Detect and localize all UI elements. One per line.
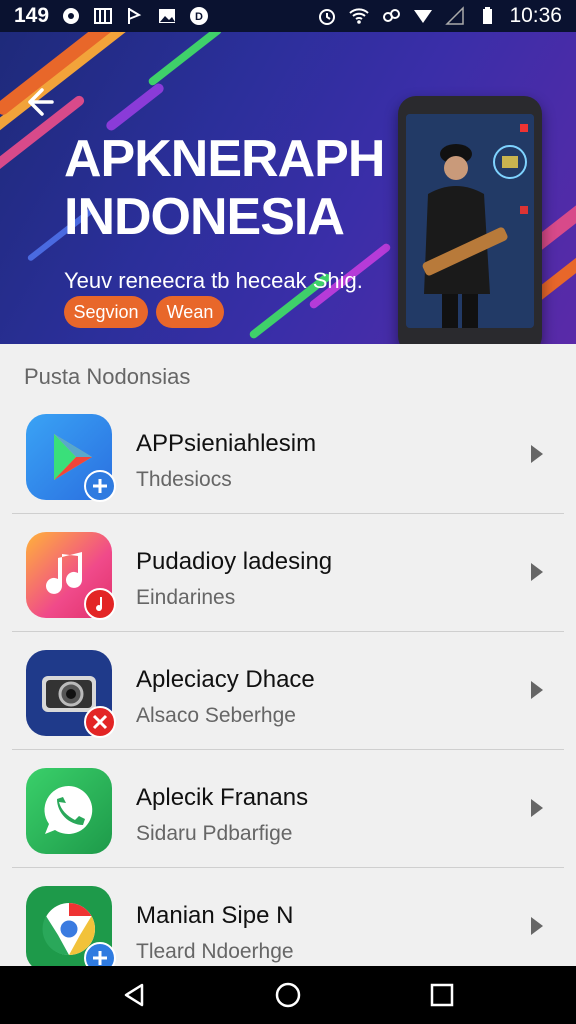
- chevron-right-icon: [531, 681, 543, 699]
- status-notification-count: 149: [14, 4, 50, 27]
- list-item[interactable]: Pudadioy ladesing Eindarines: [12, 514, 564, 632]
- app-title: Pudadioy ladesing: [136, 548, 333, 575]
- app-subtitle: Thdesiocs: [136, 468, 232, 491]
- app-title: Manian Sipe N: [136, 902, 294, 929]
- app-subtitle: Eindarines: [136, 586, 236, 609]
- home-circle-icon[interactable]: [274, 981, 302, 1009]
- list-item[interactable]: APPsieniahlesim Thdesiocs: [12, 396, 564, 514]
- plus-badge-icon: [84, 470, 116, 502]
- link-icon: [381, 6, 401, 26]
- chrome-icon: [26, 886, 116, 974]
- decor-stripe: [147, 32, 223, 87]
- list-item[interactable]: Aplecik Franans Sidaru Pdbarfige: [12, 750, 564, 868]
- chevron-right-icon: [531, 563, 543, 581]
- recents-square-icon[interactable]: [428, 981, 456, 1009]
- back-arrow-icon[interactable]: [22, 84, 58, 120]
- hero-banner: APKNERAPH INDONESIA Yeuv reneecra tb hec…: [0, 32, 576, 344]
- banner-title-line2: INDONESIA: [64, 188, 345, 246]
- flag-icon: [125, 6, 145, 26]
- phone-screen-image: [406, 114, 534, 328]
- wifi-icon: [349, 6, 370, 26]
- image-icon: [157, 6, 177, 26]
- chevron-right-icon: [531, 799, 543, 817]
- camera-icon: [26, 650, 116, 738]
- status-bar: 149 D 10:36: [0, 0, 576, 32]
- section-label: Pusta Nodonsias: [24, 364, 191, 389]
- segvion-button[interactable]: Segvion: [64, 296, 148, 328]
- decor-stripe: [104, 81, 166, 133]
- app-subtitle: Alsaco Seberhge: [136, 704, 296, 727]
- list-item[interactable]: Apleciacy Dhace Alsaco Seberhge: [12, 632, 564, 750]
- app-title: Aplecik Franans: [136, 784, 309, 811]
- app-subtitle: Tleard Ndoerhge: [136, 940, 294, 963]
- battery-icon: [477, 6, 497, 26]
- back-triangle-icon[interactable]: [120, 981, 148, 1009]
- system-nav-bar: [0, 966, 576, 1024]
- chevron-right-icon: [531, 445, 543, 463]
- d-icon: D: [189, 6, 209, 26]
- app-list: Pusta Nodonsias APPsieniahlesim Thdesioc…: [0, 344, 576, 974]
- grid-icon: [93, 6, 113, 26]
- banner-subtitle: Yeuv reneecra tb heceak Shig.: [64, 268, 363, 293]
- close-badge-icon: [84, 706, 116, 738]
- wean-button[interactable]: Wean: [156, 296, 224, 328]
- app-title: Apleciacy Dhace: [136, 666, 315, 693]
- signal-bars-icon: [445, 6, 465, 26]
- phone-mockup: [398, 96, 542, 344]
- svg-text:D: D: [195, 11, 203, 23]
- alarm-icon: [317, 6, 337, 26]
- music-badge-icon: [84, 588, 116, 620]
- banner-title: APKNERAPH INDONESIA: [64, 130, 385, 246]
- status-time: 10:36: [509, 4, 562, 27]
- app-title: APPsieniahlesim: [136, 430, 317, 457]
- circle-icon: [61, 6, 81, 26]
- phone-chat-icon: [26, 768, 112, 854]
- chevron-right-icon: [531, 917, 543, 935]
- play-store-icon: [26, 414, 116, 502]
- signal-icon: [413, 6, 433, 26]
- app-subtitle: Sidaru Pdbarfige: [136, 822, 293, 845]
- banner-title-line1: APKNERAPH: [64, 130, 385, 188]
- music-note-icon: [26, 532, 116, 620]
